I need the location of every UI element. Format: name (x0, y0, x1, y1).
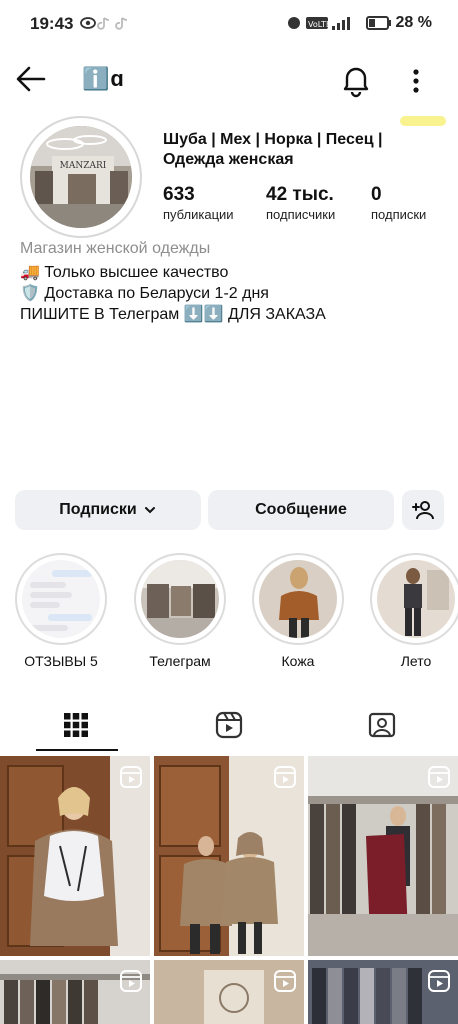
highlight-ring (136, 555, 224, 643)
highlight-summer[interactable]: Лето (370, 555, 458, 669)
add-user-button[interactable] (402, 490, 444, 530)
grid-icon (64, 713, 88, 737)
more-options-icon[interactable] (404, 64, 428, 98)
highlight-label: Телеграм (149, 653, 211, 669)
following-button[interactable]: Подписки (15, 490, 201, 530)
tab-tagged[interactable] (306, 702, 458, 748)
posts-label: публикации (163, 207, 234, 222)
highlight-cover-summer (377, 560, 455, 638)
status-time: 19:43 (30, 14, 74, 33)
highlight-leather[interactable]: Кожа (252, 555, 344, 669)
post-thumbnail[interactable] (0, 960, 150, 1024)
followers-label[interactable]: подписчики (266, 207, 335, 222)
post-thumbnail[interactable] (308, 756, 458, 956)
tab-reels[interactable] (153, 702, 305, 748)
highlight-reviews[interactable]: ОТЗЫВЫ 5 (15, 555, 107, 669)
avatar-store-sign: MANZARI (60, 161, 107, 171)
post-thumbnail[interactable] (154, 756, 304, 956)
highlight-label: Лето (400, 653, 432, 669)
following-count[interactable]: 0 (371, 184, 382, 206)
avatar-store-image: MANZARI (30, 126, 132, 228)
reel-badge-icon (274, 766, 296, 788)
profile-name: Шуба | Мех | Норка | Песец | Одежда женс… (163, 131, 383, 168)
status-notification-icons (80, 17, 128, 30)
profile-category: Магазин женской одежды (20, 240, 211, 257)
active-tab-indicator (36, 749, 118, 751)
posts-count: 633 (163, 184, 195, 205)
status-signal-icons: VoLTE (288, 17, 350, 30)
highlight-cover-store (141, 560, 219, 638)
reels-icon (215, 711, 243, 739)
highlight-cover-leather (259, 560, 337, 638)
reel-badge-icon (120, 970, 142, 992)
chevron-down-icon (144, 507, 155, 514)
highlight-telegram[interactable]: Телеграм (134, 555, 226, 669)
following-button-label: Подписки (59, 501, 137, 518)
bell-icon[interactable] (338, 62, 374, 98)
highlight-label: ОТЗЫВЫ 5 (24, 653, 98, 669)
bio-line-telegram: ПИШИТЕ В Телеграм ⬇️⬇️ ДЛЯ ЗАКАЗА (20, 306, 326, 323)
highlight-ring (254, 555, 342, 643)
reel-badge-icon (120, 766, 142, 788)
post-thumbnail[interactable] (154, 960, 304, 1024)
battery-icon (366, 16, 391, 30)
avatar[interactable]: MANZARI (30, 126, 132, 228)
back-icon[interactable] (14, 62, 48, 96)
reel-badge-icon (428, 970, 450, 992)
bio-line-quality: 🚚 Только высшее качество (20, 264, 229, 281)
reel-badge-icon (274, 970, 296, 992)
profile-username: ℹ️ɑ (82, 66, 125, 91)
message-button-label: Сообщение (255, 501, 347, 518)
following-label[interactable]: подписки (371, 207, 426, 222)
tab-posts-grid[interactable] (0, 702, 152, 748)
bio-line-delivery: 🛡️ Доставка по Беларуси 1-2 дня (20, 285, 269, 302)
tagged-icon (368, 712, 396, 738)
highlight-ring (17, 555, 105, 643)
battery-percentage: 28 % (395, 14, 432, 31)
add-user-icon (412, 501, 434, 520)
highlight-mark (400, 116, 446, 126)
message-button[interactable]: Сообщение (208, 490, 394, 530)
followers-count[interactable]: 42 тыс. (266, 184, 334, 206)
post-thumbnail[interactable] (308, 960, 458, 1024)
post-thumbnail[interactable] (0, 756, 150, 956)
svg-text:VoLTE: VoLTE (308, 20, 331, 29)
highlight-ring (372, 555, 458, 643)
reel-badge-icon (428, 766, 450, 788)
highlight-label: Кожа (281, 653, 315, 669)
highlight-cover-chat (22, 560, 100, 638)
